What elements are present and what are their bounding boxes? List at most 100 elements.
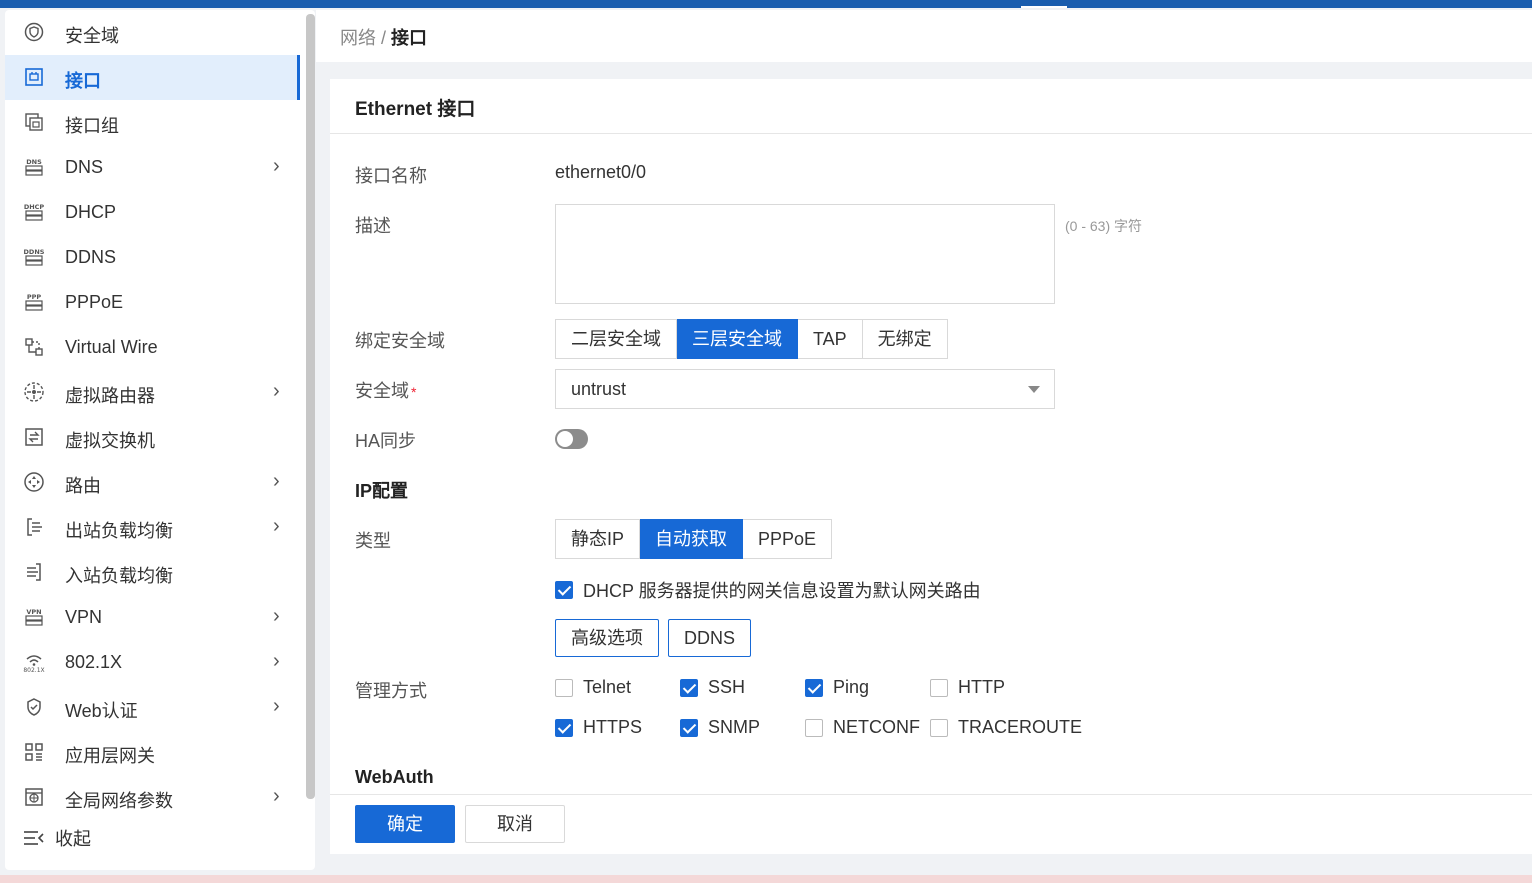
- vpn-icon: VPN: [23, 606, 45, 628]
- toggle-knob: [557, 431, 573, 447]
- interface-group-icon: [23, 111, 45, 133]
- sidebar-item-pppoe[interactable]: PPP PPPoE: [5, 280, 300, 325]
- mgmt-checkbox-http[interactable]: HTTP: [930, 677, 1005, 698]
- sidebar-item-label: 接口: [65, 71, 101, 91]
- sidebar-item-label: DDNS: [65, 247, 117, 267]
- bind-zone-option[interactable]: 二层安全域: [555, 319, 677, 359]
- mgmt-option-label: NETCONF: [833, 717, 920, 737]
- checkbox-box: [680, 718, 698, 737]
- desc-textarea[interactable]: [555, 204, 1055, 304]
- bind-zone-option[interactable]: 三层安全域: [677, 319, 798, 359]
- name-value: ethernet0/0: [555, 162, 647, 182]
- web-auth-icon: [23, 696, 45, 718]
- panel-title: Ethernet 接口: [355, 99, 476, 120]
- sidebar-item-virtual-router[interactable]: 虚拟路由器 ›: [5, 370, 300, 415]
- sidebar: 安全域接口接口组 DNS DNS › DHCP DHCP DDNS DDNS PPP PPPoE V…: [5, 10, 315, 870]
- sidebar-item-label: 全局网络参数: [65, 791, 173, 811]
- top-bar-indicator: [1021, 6, 1067, 8]
- desc-label: 描述: [355, 216, 391, 236]
- sidebar-item-outbound-lb[interactable]: 出站负载均衡 ›: [5, 505, 300, 550]
- ha-sync-toggle[interactable]: [555, 429, 588, 449]
- sidebar-item-route[interactable]: 路由 ›: [5, 460, 300, 505]
- breadcrumb-separator: /: [381, 28, 387, 48]
- collapse-label: 收起: [55, 829, 91, 849]
- sidebar-item-wifi-8021x[interactable]: 802.1X 802.1X ›: [5, 640, 300, 685]
- dhcp-gateway-checkbox[interactable]: DHCP 服务器提供的网关信息设置为默认网关路由: [555, 577, 981, 603]
- confirm-button[interactable]: 确定: [355, 805, 455, 843]
- checkbox-box: [680, 678, 698, 697]
- chevron-right-icon: ›: [273, 515, 280, 537]
- sidebar-item-label: 出站负载均衡: [65, 521, 173, 541]
- checkbox-box: [930, 678, 948, 697]
- sidebar-item-virtual-wire[interactable]: Virtual Wire: [5, 325, 300, 370]
- webauth-heading: WebAuth: [355, 767, 434, 787]
- svg-text:802.1X: 802.1X: [23, 667, 44, 673]
- sidebar-item-interface-group[interactable]: 接口组: [5, 100, 300, 145]
- breadcrumb-parent[interactable]: 网络: [340, 28, 376, 48]
- ip-type-option[interactable]: 自动获取: [640, 519, 744, 559]
- zone-label: 安全域 *: [355, 377, 416, 403]
- sidebar-item-vpn[interactable]: VPN VPN ›: [5, 595, 300, 640]
- svg-text:PPP: PPP: [27, 293, 42, 301]
- sidebar-item-web-auth[interactable]: Web认证 ›: [5, 685, 300, 730]
- sidebar-item-dhcp[interactable]: DHCP DHCP: [5, 190, 300, 235]
- sidebar-item-virtual-switch[interactable]: 虚拟交换机: [5, 415, 300, 460]
- ip-type-option[interactable]: PPPoE: [743, 519, 833, 559]
- checkbox-box: [555, 718, 573, 737]
- virtual-wire-icon: [23, 336, 45, 358]
- chevron-right-icon: ›: [273, 155, 280, 177]
- footer-divider: [330, 794, 1532, 795]
- mgmt-checkbox-traceroute[interactable]: TRACEROUTE: [930, 717, 1082, 738]
- zone-label-text: 安全域: [355, 381, 409, 401]
- svg-text:DHCP: DHCP: [24, 203, 45, 211]
- sidebar-item-label: PPPoE: [65, 292, 124, 312]
- shield-icon: [23, 21, 45, 43]
- wifi-8021x-icon: 802.1X: [23, 651, 45, 673]
- breadcrumb-current: 接口: [391, 28, 428, 48]
- mgmt-checkbox-ping[interactable]: Ping: [805, 677, 869, 698]
- mgmt-option-label: Ping: [833, 677, 870, 697]
- sidebar-item-interface[interactable]: 接口: [5, 55, 300, 100]
- sidebar-item-label: Virtual Wire: [65, 337, 158, 357]
- ip-type-segmented: 静态IP 自动获取 PPPoE: [555, 519, 833, 559]
- sidebar-item-label: 接口组: [65, 116, 119, 136]
- sidebar-item-ddns[interactable]: DDNS DDNS: [5, 235, 300, 280]
- bind-zone-option[interactable]: TAP: [798, 319, 863, 359]
- ddns-button[interactable]: DDNS: [668, 619, 752, 657]
- route-icon: [23, 471, 45, 493]
- virtual-router-icon: [23, 381, 45, 403]
- page-header: 网络 / 接口: [316, 10, 1532, 62]
- bind-zone-label: 绑定安全域: [355, 331, 445, 351]
- ip-type-option[interactable]: 静态IP: [555, 519, 641, 559]
- chevron-right-icon: ›: [273, 380, 280, 402]
- ip-config-heading: IP配置: [355, 481, 409, 501]
- mgmt-checkbox-netconf[interactable]: NETCONF: [805, 717, 920, 738]
- checkbox-box: [805, 678, 823, 697]
- mgmt-option-label: Telnet: [583, 677, 632, 697]
- mgmt-option-label: HTTPS: [583, 717, 643, 737]
- sidebar-item-app-gateway[interactable]: 应用层网关: [5, 730, 300, 775]
- dhcp-gateway-label: DHCP 服务器提供的网关信息设置为默认网关路由: [583, 581, 981, 601]
- sidebar-item-dns[interactable]: DNS DNS ›: [5, 145, 300, 190]
- mgmt-checkbox-telnet[interactable]: Telnet: [555, 677, 631, 698]
- sidebar-item-label: 802.1X: [65, 652, 123, 672]
- top-bar: [0, 0, 1532, 8]
- mgmt-checkbox-https[interactable]: HTTPS: [555, 717, 642, 738]
- checkbox-box: [930, 718, 948, 737]
- sidebar-item-inbound-lb[interactable]: 入站负载均衡: [5, 550, 300, 595]
- advanced-options-button[interactable]: 高级选项: [555, 619, 659, 657]
- cancel-button[interactable]: 取消: [465, 805, 565, 843]
- sidebar-item-global-params[interactable]: 全局网络参数 ›: [5, 775, 300, 820]
- zone-select[interactable]: untrust: [555, 369, 1055, 409]
- required-mark: *: [411, 384, 417, 400]
- mgmt-checkbox-ssh[interactable]: SSH: [680, 677, 745, 698]
- svg-text:VPN: VPN: [26, 608, 41, 616]
- bind-zone-option[interactable]: 无绑定: [862, 319, 948, 359]
- bind-zone-segmented: 二层安全域 三层安全域 TAP 无绑定: [555, 319, 948, 359]
- collapse-button[interactable]: 收起: [23, 825, 91, 851]
- sidebar-scrollbar[interactable]: [306, 14, 315, 799]
- chevron-right-icon: ›: [273, 695, 280, 717]
- mgmt-checkbox-snmp[interactable]: SNMP: [680, 717, 760, 738]
- ha-sync-label: HA同步: [355, 431, 417, 451]
- sidebar-item-shield[interactable]: 安全域: [5, 10, 300, 55]
